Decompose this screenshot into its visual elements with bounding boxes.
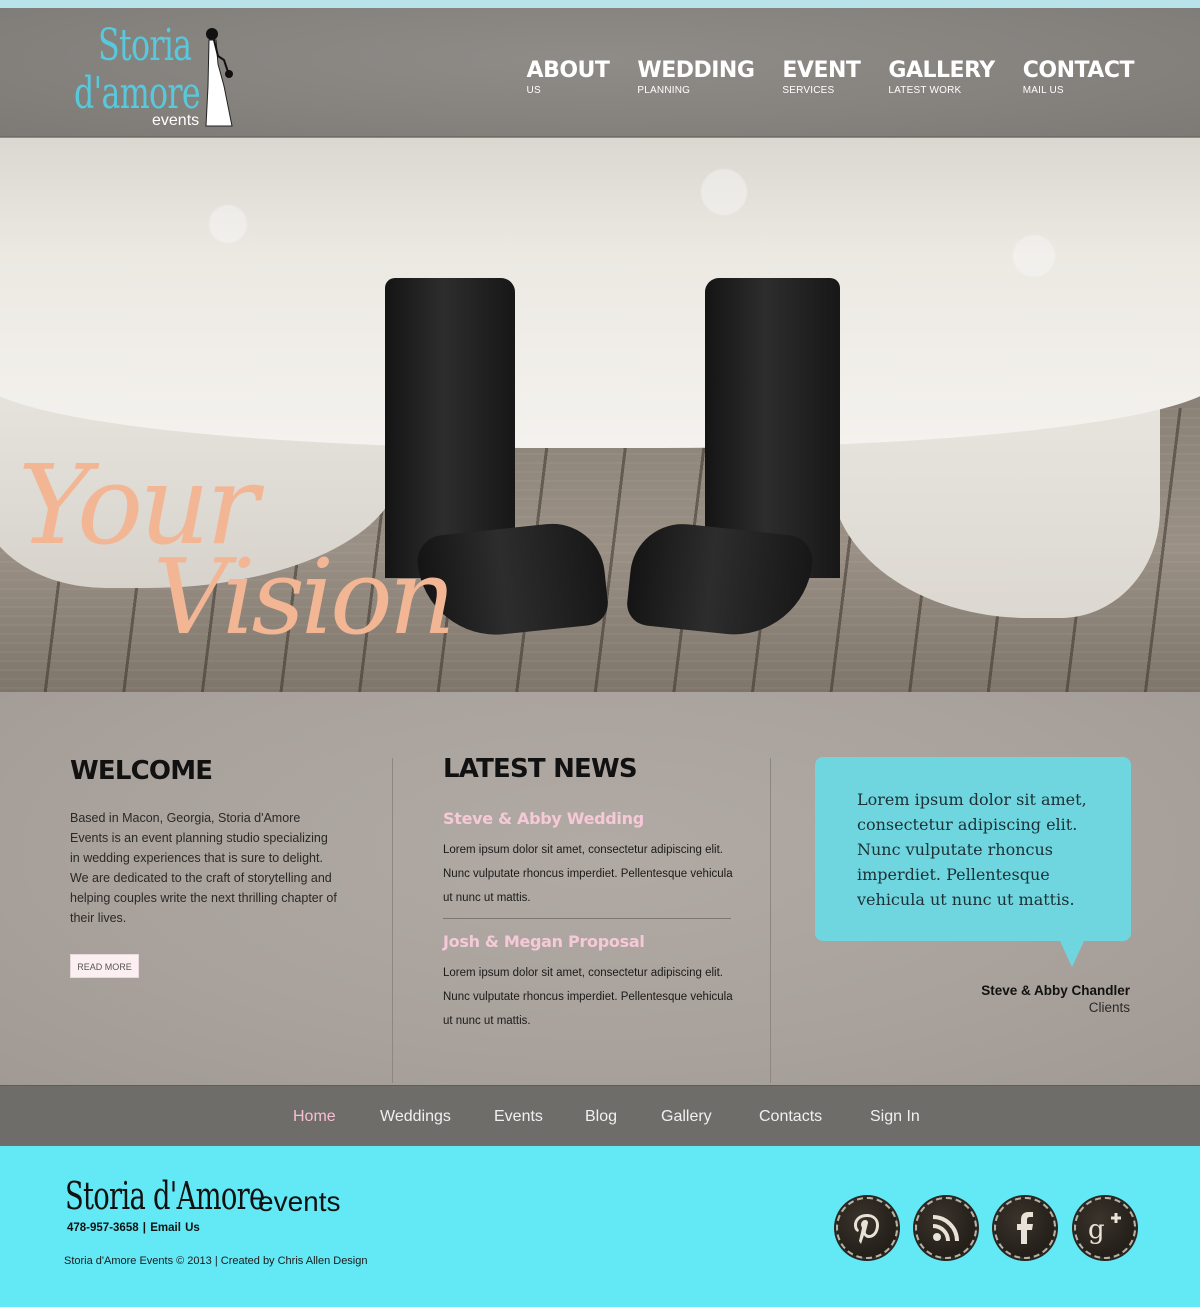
bottom-nav: Home Weddings Events Blog Gallery Contac… <box>0 1085 1200 1146</box>
logo-word-events: events <box>152 112 200 129</box>
bride-silhouette-icon <box>205 28 233 127</box>
bottom-nav-events[interactable]: Events <box>494 1108 543 1126</box>
nav-label: ABOUT <box>526 58 610 83</box>
nav-contact[interactable]: CONTACT MAIL US <box>1022 58 1135 97</box>
site-logo[interactable]: Storia d'amore events <box>70 18 245 133</box>
news-item-body: Lorem ipsum dolor sit amet, consectetur … <box>443 967 733 1027</box>
column-divider <box>770 758 771 1083</box>
nav-sublabel: PLANNING <box>637 85 691 96</box>
testimonial-client-name: Steve & Abby Chandler <box>981 983 1130 998</box>
rss-icon[interactable] <box>915 1197 977 1259</box>
content-section: WELCOME Based in Macon, Georgia, Storia … <box>0 692 1200 1085</box>
hero-dress-lace <box>0 138 1200 448</box>
column-divider <box>392 758 393 1083</box>
news-item: Josh & Megan Proposal Lorem ipsum dolor … <box>443 932 739 1033</box>
nav-label: EVENT <box>782 58 861 83</box>
bottom-nav-blog[interactable]: Blog <box>585 1108 617 1126</box>
nav-label: WEDDING <box>637 58 755 83</box>
footer-logo: Storia d'Amore <box>65 1174 265 1218</box>
nav-label: GALLERY <box>888 58 995 83</box>
bottom-nav-weddings[interactable]: Weddings <box>380 1108 451 1126</box>
logo-word-storia: Storia <box>98 20 192 71</box>
news-item: Steve & Abby Wedding Lorem ipsum dolor s… <box>443 809 739 910</box>
testimonial-bubble-tail <box>1060 941 1084 967</box>
news-divider <box>443 918 731 919</box>
nav-label: CONTACT <box>1022 58 1135 83</box>
footer-copyright: Storia d'Amore Events © 2013 | Created b… <box>64 1255 368 1267</box>
nav-wedding[interactable]: WEDDING PLANNING <box>637 60 754 97</box>
hero-tagline-vision: Vision <box>153 536 456 658</box>
welcome-heading: WELCOME <box>70 756 213 786</box>
testimonial-quote: Lorem ipsum dolor sit amet, consectetur … <box>857 790 1087 909</box>
footer-contact[interactable]: 478-957-3658 | Email Us <box>67 1222 200 1234</box>
pinterest-icon[interactable] <box>836 1197 898 1259</box>
footer-logo-events: events <box>258 1186 341 1217</box>
main-nav: ABOUT US WEDDING PLANNING EVENT SERVICES… <box>527 58 1135 97</box>
testimonial-client-role: Clients <box>1088 1000 1130 1015</box>
svg-text:g: g <box>1088 1215 1105 1245</box>
site-footer: Storia d'Amore events 478-957-3658 | Ema… <box>0 1146 1200 1307</box>
top-accent-strip <box>0 0 1200 8</box>
nav-sublabel: MAIL US <box>1022 85 1064 96</box>
nav-sublabel: SERVICES <box>782 85 835 96</box>
nav-event[interactable]: EVENT SERVICES <box>782 58 861 97</box>
site-header: Storia d'amore events ABOUT US WEDDING P… <box>0 8 1200 137</box>
nav-sublabel: US <box>526 85 541 96</box>
read-more-button[interactable]: READ MORE <box>70 954 139 978</box>
google-plus-icon[interactable]: g <box>1074 1197 1136 1259</box>
news-item-title[interactable]: Josh & Megan Proposal <box>443 932 739 951</box>
bottom-nav-contacts[interactable]: Contacts <box>759 1108 822 1126</box>
facebook-icon[interactable] <box>994 1197 1056 1259</box>
hero-banner: Your Vision <box>0 138 1200 692</box>
bottom-nav-home[interactable]: Home <box>293 1108 336 1126</box>
nav-sublabel: LATEST WORK <box>888 85 962 96</box>
bottom-nav-gallery[interactable]: Gallery <box>661 1108 712 1126</box>
latest-news-heading: LATEST NEWS <box>443 754 638 784</box>
news-item-body: Lorem ipsum dolor sit amet, consectetur … <box>443 844 733 904</box>
news-item-title[interactable]: Steve & Abby Wedding <box>443 809 739 828</box>
nav-about[interactable]: ABOUT US <box>527 60 610 97</box>
testimonial-bubble: Lorem ipsum dolor sit amet, consectetur … <box>815 757 1131 941</box>
nav-gallery[interactable]: GALLERY LATEST WORK <box>888 58 995 97</box>
welcome-text: Based in Macon, Georgia, Storia d'Amore … <box>70 811 337 925</box>
bottom-nav-sign-in[interactable]: Sign In <box>870 1108 920 1126</box>
